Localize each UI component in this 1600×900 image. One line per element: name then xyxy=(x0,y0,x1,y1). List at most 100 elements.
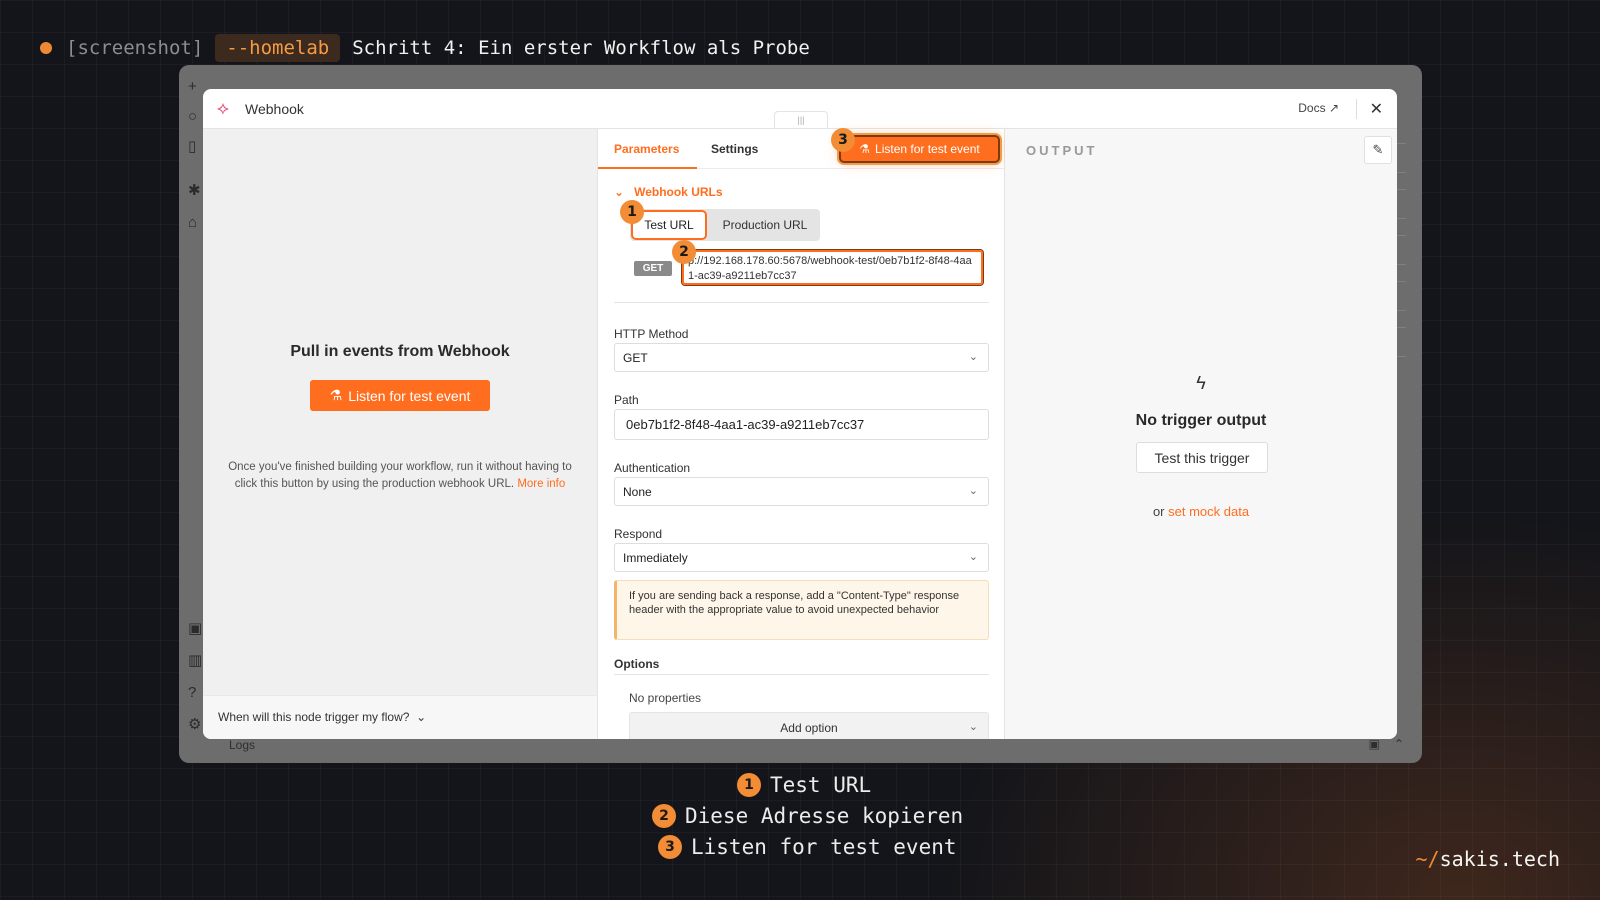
home-icon[interactable]: ⌂ xyxy=(188,215,197,230)
legend-badge: 2 xyxy=(652,804,676,828)
output-panel: OUTPUT ✎ ϟ No trigger output Test this t… xyxy=(1005,129,1397,739)
trigger-question[interactable]: When will this node trigger my flow? ⌄ xyxy=(203,695,597,739)
production-url-tab[interactable]: Production URL xyxy=(712,212,818,238)
node-modal: ⟡ Webhook ||| Docs ↗ ✕ Pull in events fr… xyxy=(203,89,1397,739)
flask-icon: ⚗ xyxy=(859,142,871,156)
status-dot xyxy=(40,42,52,54)
hint-text: Once you've finished building your workf… xyxy=(225,459,575,493)
chevron-down-icon: ⌄ xyxy=(968,485,978,497)
authentication-label: Authentication xyxy=(614,461,691,475)
caption-title: Schritt 4: Ein erster Workflow als Probe xyxy=(352,37,810,59)
no-output-title: No trigger output xyxy=(1135,412,1267,429)
flask-icon: ⚗ xyxy=(329,387,343,403)
lightning-icon: ϟ xyxy=(1196,373,1206,393)
parameters-panel: Parameters Settings ⚗ Listen for test ev… xyxy=(597,128,1005,739)
url-type-toggle: Test URL Production URL xyxy=(630,209,820,241)
legend-text: Listen for test event xyxy=(691,835,957,859)
options-divider xyxy=(614,674,989,675)
docs-link[interactable]: Docs ↗ xyxy=(1298,101,1339,115)
docs-label: Docs xyxy=(1298,101,1326,115)
legend-item-2: 2 Diese Adresse kopieren xyxy=(652,804,963,828)
popout-icon[interactable]: ▣ xyxy=(1369,737,1380,751)
options-label: Options xyxy=(614,657,660,671)
help-icon[interactable]: ? xyxy=(188,685,196,700)
trigger-question-label: When will this node trigger my flow? xyxy=(218,710,410,724)
legend-badge: 1 xyxy=(737,773,761,797)
authentication-value: None xyxy=(623,485,652,499)
chevron-down-icon: ⌄ xyxy=(968,721,978,733)
tab-settings[interactable]: Settings xyxy=(711,142,758,156)
tab-parameters[interactable]: Parameters xyxy=(614,142,679,156)
header-divider xyxy=(1356,99,1357,119)
no-properties-text: No properties xyxy=(629,691,702,705)
panel-icon[interactable]: ▯ xyxy=(188,139,196,154)
star-icon[interactable]: ✱ xyxy=(188,183,201,198)
brand-prefix: ~/ xyxy=(1415,847,1440,871)
legend-text: Test URL xyxy=(770,773,872,797)
test-url-tab[interactable]: Test URL xyxy=(633,212,705,238)
test-trigger-button[interactable]: Test this trigger xyxy=(1136,442,1268,473)
logs-label: Logs xyxy=(229,738,256,752)
add-option-select[interactable]: Add option ⌄ xyxy=(629,712,989,739)
annotation-badge-1: 1 xyxy=(620,200,644,224)
input-panel: Pull in events from Webhook ⚗ Listen for… xyxy=(203,129,597,739)
app-sidebar-rail: + ○ ▯ ✱ ⌂ ▣ ▥ ? ⚙ xyxy=(179,65,205,763)
respond-select[interactable]: Immediately ⌄ xyxy=(614,543,989,572)
listen-label: Listen for test event xyxy=(348,387,471,404)
legend-item-3: 3 Listen for test event xyxy=(658,835,957,859)
close-icon[interactable]: ✕ xyxy=(1370,99,1383,119)
brand-watermark: ~/sakis.tech xyxy=(1415,847,1560,871)
listen-button-top[interactable]: ⚗ Listen for test event xyxy=(841,137,998,161)
legend-text: Diese Adresse kopieren xyxy=(685,804,964,828)
chevron-down-icon: ⌄ xyxy=(412,710,427,724)
chevron-up-icon[interactable]: ⌃ xyxy=(1394,737,1404,751)
caption-pill: --homelab xyxy=(215,34,341,62)
chart-icon[interactable]: ▥ xyxy=(188,653,202,668)
authentication-select[interactable]: None ⌄ xyxy=(614,477,989,506)
path-label: Path xyxy=(614,393,639,407)
top-caption: [screenshot] --homelab Schritt 4: Ein er… xyxy=(40,34,810,62)
chevron-down-icon: ⌄ xyxy=(968,551,978,563)
edit-icon[interactable]: ✎ xyxy=(1364,136,1392,164)
modal-title: Webhook xyxy=(245,100,304,117)
add-option-label: Add option xyxy=(780,721,838,735)
box-icon[interactable]: ▣ xyxy=(188,621,202,636)
drag-handle[interactable]: ||| xyxy=(774,111,828,129)
external-link-icon: ↗ xyxy=(1328,101,1339,115)
chevron-down-icon: ⌄ xyxy=(968,351,978,363)
content-type-notice: If you are sending back a response, add … xyxy=(614,580,989,640)
gear-icon[interactable]: ⚙ xyxy=(188,717,201,732)
or-text: or xyxy=(1152,504,1165,519)
listen-button-left[interactable]: ⚗ Listen for test event xyxy=(310,380,490,411)
panel-tabs: Parameters Settings ⚗ Listen for test ev… xyxy=(598,128,1004,169)
more-info-link[interactable]: More info xyxy=(517,478,565,490)
path-input[interactable]: 0eb7b1f2-8f48-4aa1-ac39-a9211eb7cc37 xyxy=(614,409,989,440)
http-method-value: GET xyxy=(623,351,648,365)
annotation-badge-2: 2 xyxy=(672,240,696,264)
respond-value: Immediately xyxy=(623,551,688,565)
brand-name: sakis.tech xyxy=(1439,847,1560,871)
method-badge: GET xyxy=(634,261,672,276)
webhook-urls-section[interactable]: ⌄ Webhook URLs xyxy=(614,185,723,199)
legend-badge: 3 xyxy=(658,835,682,859)
http-method-select[interactable]: GET ⌄ xyxy=(614,343,989,372)
legend-item-1: 1 Test URL xyxy=(737,773,871,797)
modal-header: ⟡ Webhook ||| Docs ↗ ✕ xyxy=(203,89,1397,129)
webhook-url-field[interactable]: p://192.168.178.60:5678/webhook-test/0eb… xyxy=(682,250,983,285)
section-divider xyxy=(614,302,989,303)
search-icon[interactable]: ○ xyxy=(188,109,197,124)
plus-icon[interactable]: + xyxy=(188,79,197,94)
input-heading: Pull in events from Webhook xyxy=(290,343,510,360)
mock-data-line: or set mock data xyxy=(1005,504,1397,519)
chevron-down-icon: ⌄ xyxy=(614,185,625,199)
output-title: OUTPUT xyxy=(1026,143,1098,158)
set-mock-data-link[interactable]: set mock data xyxy=(1168,504,1249,519)
respond-label: Respond xyxy=(614,527,663,541)
caption-tag: [screenshot] xyxy=(66,37,204,59)
active-tab-indicator xyxy=(598,167,697,169)
annotation-badge-3: 3 xyxy=(831,128,855,152)
section-title: Webhook URLs xyxy=(634,185,723,199)
webhook-icon: ⟡ xyxy=(217,98,229,118)
listen-label: Listen for test event xyxy=(875,142,980,156)
http-method-label: HTTP Method xyxy=(614,327,689,341)
